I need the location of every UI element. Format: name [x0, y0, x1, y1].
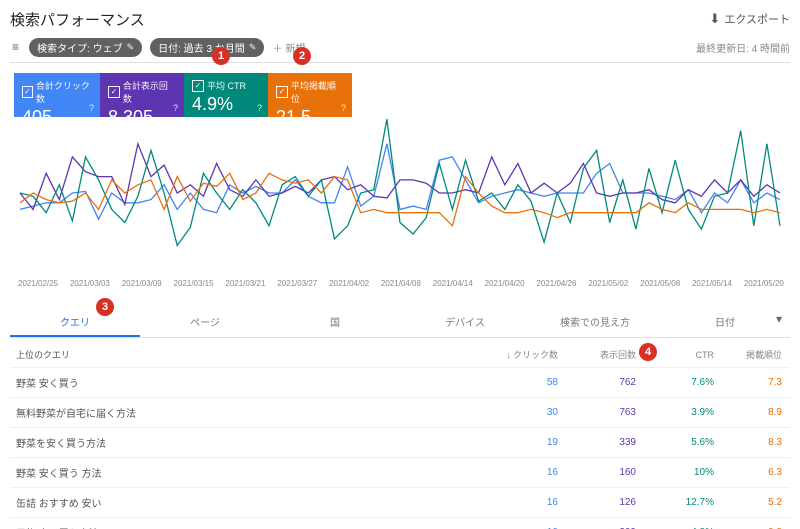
cell-ctr: 3.9% [636, 407, 714, 418]
cell-clicks: 58 [480, 377, 558, 388]
annotation-badge-2: 2 [293, 47, 311, 65]
card-imps-label: 合計表示回数 [123, 79, 176, 105]
sort-desc-icon: ↓ [506, 350, 511, 360]
table-row[interactable]: 無料野菜が自宅に届く方法307633.9%8.9 [10, 398, 790, 428]
card-clicks-label: 合計クリック数 [36, 79, 92, 105]
chip-search-type[interactable]: 検索タイプ: ウェブ ✎ [29, 38, 142, 57]
pencil-icon: ✎ [249, 42, 257, 53]
tab-date[interactable]: 日付 [660, 306, 790, 337]
last-update-text: 最終更新日: 4 時間前 [696, 40, 790, 55]
tab-query[interactable]: クエリ [10, 306, 140, 337]
col-header-impressions[interactable]: 表示回数 [558, 348, 636, 361]
checkbox-icon: ✓ [108, 86, 120, 98]
cell-ctr: 12.7% [636, 497, 714, 508]
chip-search-type-label: 検索タイプ: ウェブ [37, 40, 123, 55]
cell-query: 無料野菜が自宅に届く方法 [16, 405, 480, 420]
table-row[interactable]: 野菜を安く買う方法193395.6%8.3 [10, 428, 790, 458]
cell-impressions: 339 [558, 437, 636, 448]
annotation-badge-3: 3 [96, 298, 114, 316]
pencil-icon: ✎ [127, 42, 135, 53]
col-header-query: 上位のクエリ [16, 348, 480, 361]
annotation-badge-4: 4 [639, 343, 657, 361]
table-row[interactable]: 野菜 安く買う 方法1616010%6.3 [10, 458, 790, 488]
cell-position: 6.3 [714, 467, 788, 478]
tab-country[interactable]: 国 [270, 306, 400, 337]
table-header: 上位のクエリ ↓クリック数 表示回数 CTR 掲載順位 [10, 338, 790, 368]
cell-ctr: 5.6% [636, 437, 714, 448]
download-icon: ⬇ [709, 11, 720, 27]
chart-series-line [20, 144, 780, 219]
cell-query: 果物 安く買う方法 [16, 525, 480, 529]
dimension-tabs: クエリ ページ 国 デバイス 検索での見え方 日付 ▾ [10, 306, 790, 338]
cell-clicks: 19 [480, 437, 558, 448]
annotation-badge-1: 1 [212, 47, 230, 65]
table-row[interactable]: 果物 安く買う方法102094.8%9.8 [10, 518, 790, 529]
cell-clicks: 16 [480, 467, 558, 478]
cell-impressions: 763 [558, 407, 636, 418]
filter-funnel-icon[interactable]: ≡ [10, 40, 21, 54]
page-title: 検索パフォーマンス [10, 9, 145, 30]
cell-clicks: 30 [480, 407, 558, 418]
cell-position: 7.3 [714, 377, 788, 388]
chip-date-label: 日付: 過去 3 か月間 [158, 40, 245, 55]
performance-chart [10, 117, 790, 283]
table-row[interactable]: 缶詰 おすすめ 安い1612612.7%5.2 [10, 488, 790, 518]
chart-series-line [20, 119, 780, 245]
table-filter-icon[interactable]: ▾ [776, 312, 782, 326]
col-header-pos[interactable]: 掲載順位 [714, 348, 788, 361]
cell-clicks: 16 [480, 497, 558, 508]
export-button[interactable]: ⬇ エクスポート [709, 11, 790, 27]
col-header-clicks-label: クリック数 [513, 350, 558, 360]
checkbox-icon: ✓ [22, 86, 33, 98]
cell-query: 野菜 安く買う [16, 375, 480, 390]
cell-position: 8.3 [714, 437, 788, 448]
tab-device[interactable]: デバイス [400, 306, 530, 337]
tab-appearance[interactable]: 検索での見え方 [530, 306, 660, 337]
cell-impressions: 160 [558, 467, 636, 478]
filter-bar: ≡ 検索タイプ: ウェブ ✎ 日付: 過去 3 か月間 ✎ ＋ 新規 最終更新日… [10, 34, 790, 63]
checkbox-icon: ✓ [192, 80, 204, 92]
card-ctr-label: 平均 CTR [207, 79, 246, 92]
checkbox-icon: ✓ [276, 86, 288, 98]
cell-query: 缶詰 おすすめ 安い [16, 495, 480, 510]
card-pos-label: 平均掲載順位 [291, 79, 344, 105]
export-label: エクスポート [724, 11, 790, 27]
header-bar: 検索パフォーマンス ⬇ エクスポート [10, 6, 790, 32]
cell-query: 野菜 安く買う 方法 [16, 465, 480, 480]
col-header-clicks[interactable]: ↓クリック数 [480, 348, 558, 361]
cell-ctr: 7.6% [636, 377, 714, 388]
cell-position: 5.2 [714, 497, 788, 508]
table-row[interactable]: 野菜 安く買う587627.6%7.3 [10, 368, 790, 398]
chip-date-range[interactable]: 日付: 過去 3 か月間 ✎ [150, 38, 264, 57]
tab-page[interactable]: ページ [140, 306, 270, 337]
table-body: 野菜 安く買う587627.6%7.3無料野菜が自宅に届く方法307633.9%… [10, 368, 790, 529]
cell-ctr: 10% [636, 467, 714, 478]
cell-position: 8.9 [714, 407, 788, 418]
cell-impressions: 126 [558, 497, 636, 508]
cell-impressions: 762 [558, 377, 636, 388]
cell-query: 野菜を安く買う方法 [16, 435, 480, 450]
plus-icon: ＋ [272, 40, 282, 55]
